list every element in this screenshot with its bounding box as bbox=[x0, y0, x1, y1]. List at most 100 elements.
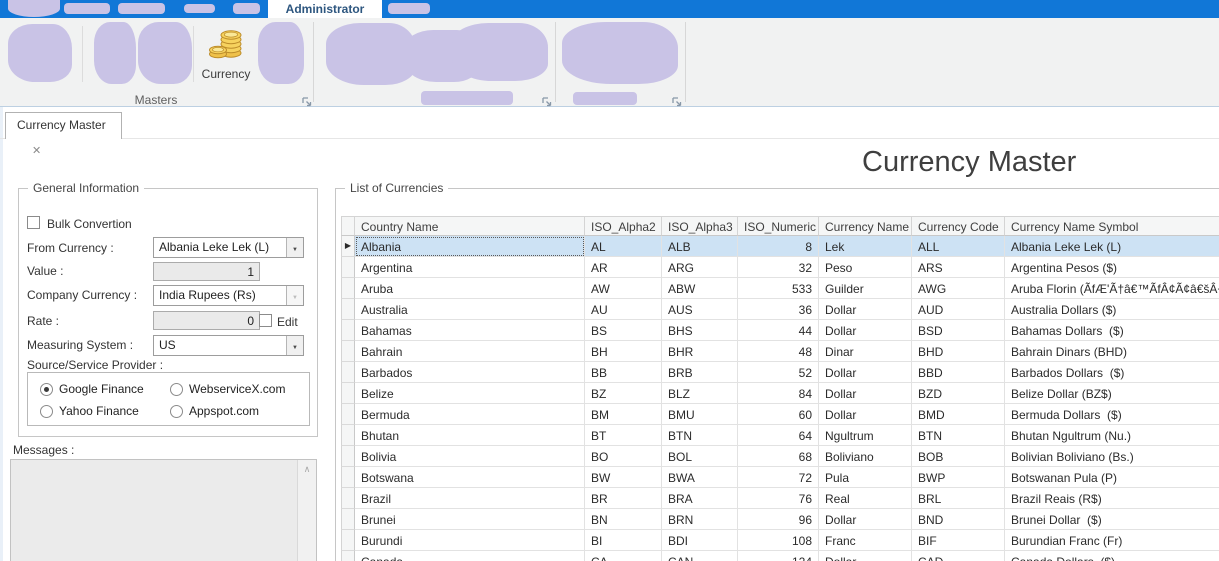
table-row[interactable]: Bahrain BH BHR 48 Dinar BHD Bahrain Dinars (BH… bbox=[341, 341, 1219, 362]
grid-cell[interactable]: Canada bbox=[355, 551, 585, 561]
grid-cell[interactable]: Brazil bbox=[355, 488, 585, 509]
grid-cell[interactable]: Bahrain bbox=[355, 341, 585, 362]
table-row[interactable]: Australia AU AUS 36 Dollar AUD Australia Dolla… bbox=[341, 299, 1219, 320]
grid-cell[interactable]: BHD bbox=[912, 341, 1005, 362]
grid-cell[interactable]: Botswana bbox=[355, 467, 585, 488]
ribbon-tab-administrator[interactable]: Administrator bbox=[268, 0, 382, 18]
grid-cell[interactable]: BRB bbox=[662, 362, 738, 383]
redacted-menu-item[interactable] bbox=[184, 4, 215, 13]
grid-cell[interactable]: BZ bbox=[585, 383, 662, 404]
grid-cell[interactable]: BWP bbox=[912, 467, 1005, 488]
grid-cell[interactable]: BTN bbox=[662, 425, 738, 446]
dialog-launcher-icon[interactable] bbox=[301, 95, 313, 107]
grid-cell[interactable]: Aruba bbox=[355, 278, 585, 299]
table-row[interactable]: Argentina AR ARG 32 Peso ARS Argentina Pesos (… bbox=[341, 257, 1219, 278]
grid-cell[interactable]: Lek bbox=[819, 236, 912, 257]
column-header-iso-numeric[interactable]: ISO_Numeric bbox=[738, 216, 819, 236]
grid-cell[interactable]: Peso bbox=[819, 257, 912, 278]
redacted-ribbon-item[interactable] bbox=[8, 24, 72, 82]
row-header[interactable] bbox=[341, 467, 355, 488]
grid-cell[interactable]: Bermuda Dollars ($) bbox=[1005, 404, 1219, 425]
grid-cell[interactable]: Burundian Franc (Fr) bbox=[1005, 530, 1219, 551]
grid-cell[interactable]: BND bbox=[912, 509, 1005, 530]
grid-cell[interactable]: CAD bbox=[912, 551, 1005, 561]
grid-cell[interactable]: Brunei Dollar ($) bbox=[1005, 509, 1219, 530]
redacted-ribbon-item[interactable] bbox=[138, 22, 192, 84]
grid-cell[interactable]: Barbados bbox=[355, 362, 585, 383]
row-header[interactable] bbox=[341, 425, 355, 446]
table-row[interactable]: Bolivia BO BOL 68 Boliviano BOB Bolivian Boliv… bbox=[341, 446, 1219, 467]
row-header[interactable] bbox=[341, 362, 355, 383]
currency-button[interactable]: Currency bbox=[197, 20, 255, 104]
grid-cell[interactable]: Bhutan Ngultrum (Nu.) bbox=[1005, 425, 1219, 446]
grid-cell[interactable]: Argentina bbox=[355, 257, 585, 278]
redacted-menu-item[interactable] bbox=[118, 3, 165, 14]
grid-cell[interactable]: BDI bbox=[662, 530, 738, 551]
grid-cell[interactable]: Botswanan Pula (P) bbox=[1005, 467, 1219, 488]
grid-cell[interactable]: Australia Dollars ($) bbox=[1005, 299, 1219, 320]
radio-google-finance[interactable]: Google Finance bbox=[40, 382, 144, 396]
table-row[interactable]: Burundi BI BDI 108 Franc BIF Burundian Franc (… bbox=[341, 530, 1219, 551]
grid-cell[interactable]: BRN bbox=[662, 509, 738, 530]
grid-cell[interactable]: BMU bbox=[662, 404, 738, 425]
row-header[interactable] bbox=[341, 320, 355, 341]
grid-cell[interactable]: BZD bbox=[912, 383, 1005, 404]
grid-cell[interactable]: 84 bbox=[738, 383, 819, 404]
table-row[interactable]: Brunei BN BRN 96 Dollar BND Brunei Dollar ($) bbox=[341, 509, 1219, 530]
grid-cell[interactable]: Belize Dollar (BZ$) bbox=[1005, 383, 1219, 404]
column-header-currency-name-symbol[interactable]: Currency Name Symbol bbox=[1005, 216, 1219, 236]
table-row[interactable]: Belize BZ BLZ 84 Dollar BZD Belize Dollar (BZ$… bbox=[341, 383, 1219, 404]
table-row[interactable]: Bhutan BT BTN 64 Ngultrum BTN Bhutan Ngultrum … bbox=[341, 425, 1219, 446]
grid-cell[interactable]: Bahamas Dollars ($) bbox=[1005, 320, 1219, 341]
grid-cell[interactable]: 64 bbox=[738, 425, 819, 446]
grid-cell[interactable]: AU bbox=[585, 299, 662, 320]
grid-cell[interactable]: Dollar bbox=[819, 383, 912, 404]
grid-cell[interactable]: Albania bbox=[355, 236, 585, 257]
row-header[interactable] bbox=[341, 341, 355, 362]
grid-cell[interactable]: 72 bbox=[738, 467, 819, 488]
row-header[interactable] bbox=[341, 446, 355, 467]
grid-cell[interactable]: BB bbox=[585, 362, 662, 383]
redacted-ribbon-item[interactable] bbox=[258, 22, 304, 84]
column-header-iso-alpha2[interactable]: ISO_Alpha2 bbox=[585, 216, 662, 236]
grid-cell[interactable]: CAN bbox=[662, 551, 738, 561]
grid-cell[interactable]: BR bbox=[585, 488, 662, 509]
grid-cell[interactable]: BLZ bbox=[662, 383, 738, 404]
grid-cell[interactable]: BMD bbox=[912, 404, 1005, 425]
grid-cell[interactable]: Brunei bbox=[355, 509, 585, 530]
column-header-currency-name[interactable]: Currency Name bbox=[819, 216, 912, 236]
grid-cell[interactable]: 124 bbox=[738, 551, 819, 561]
app-menu-button[interactable] bbox=[8, 0, 60, 17]
grid-cell[interactable]: 96 bbox=[738, 509, 819, 530]
grid-cell[interactable]: AR bbox=[585, 257, 662, 278]
grid-cell[interactable]: Australia bbox=[355, 299, 585, 320]
table-row[interactable]: Bahamas BS BHS 44 Dollar BSD Bahamas Dollars (… bbox=[341, 320, 1219, 341]
grid-cell[interactable]: 108 bbox=[738, 530, 819, 551]
grid-cell[interactable]: BT bbox=[585, 425, 662, 446]
grid-cell[interactable]: BM bbox=[585, 404, 662, 425]
row-header[interactable]: ▶ bbox=[341, 236, 355, 257]
grid-cell[interactable]: 8 bbox=[738, 236, 819, 257]
grid-cell[interactable]: BWA bbox=[662, 467, 738, 488]
redacted-ribbon-item[interactable] bbox=[326, 23, 416, 85]
dropdown-button[interactable]: ▼ bbox=[286, 238, 303, 257]
grid-cell[interactable]: 76 bbox=[738, 488, 819, 509]
table-row[interactable]: ▶ Albania AL ALB 8 Lek ALL Albania Leke Lek (L) bbox=[341, 236, 1219, 257]
table-row[interactable]: CanadaCACAN124DollarCADCanada Dollars ($… bbox=[341, 551, 1219, 561]
grid-cell[interactable]: BRL bbox=[912, 488, 1005, 509]
grid-cell[interactable]: Aruba Florin (ÃfÆ'Ã†â€™ÃfÂ¢Ã¢â€šÂ¬Ã‚Ã‚Á bbox=[1005, 278, 1219, 299]
grid-cell[interactable]: BW bbox=[585, 467, 662, 488]
grid-cell[interactable]: BIF bbox=[912, 530, 1005, 551]
edit-checkbox[interactable] bbox=[259, 314, 272, 327]
grid-cell[interactable]: AL bbox=[585, 236, 662, 257]
grid-cell[interactable]: BN bbox=[585, 509, 662, 530]
grid-cell[interactable]: AWG bbox=[912, 278, 1005, 299]
grid-cell[interactable]: Franc bbox=[819, 530, 912, 551]
column-header-country-name[interactable]: Country Name bbox=[355, 216, 585, 236]
bulk-convertion-checkbox[interactable] bbox=[27, 216, 40, 229]
row-header[interactable] bbox=[341, 509, 355, 530]
grid-cell[interactable]: BO bbox=[585, 446, 662, 467]
grid-cell[interactable]: CA bbox=[585, 551, 662, 561]
grid-cell[interactable]: Dollar bbox=[819, 404, 912, 425]
grid-cell[interactable]: Boliviano bbox=[819, 446, 912, 467]
